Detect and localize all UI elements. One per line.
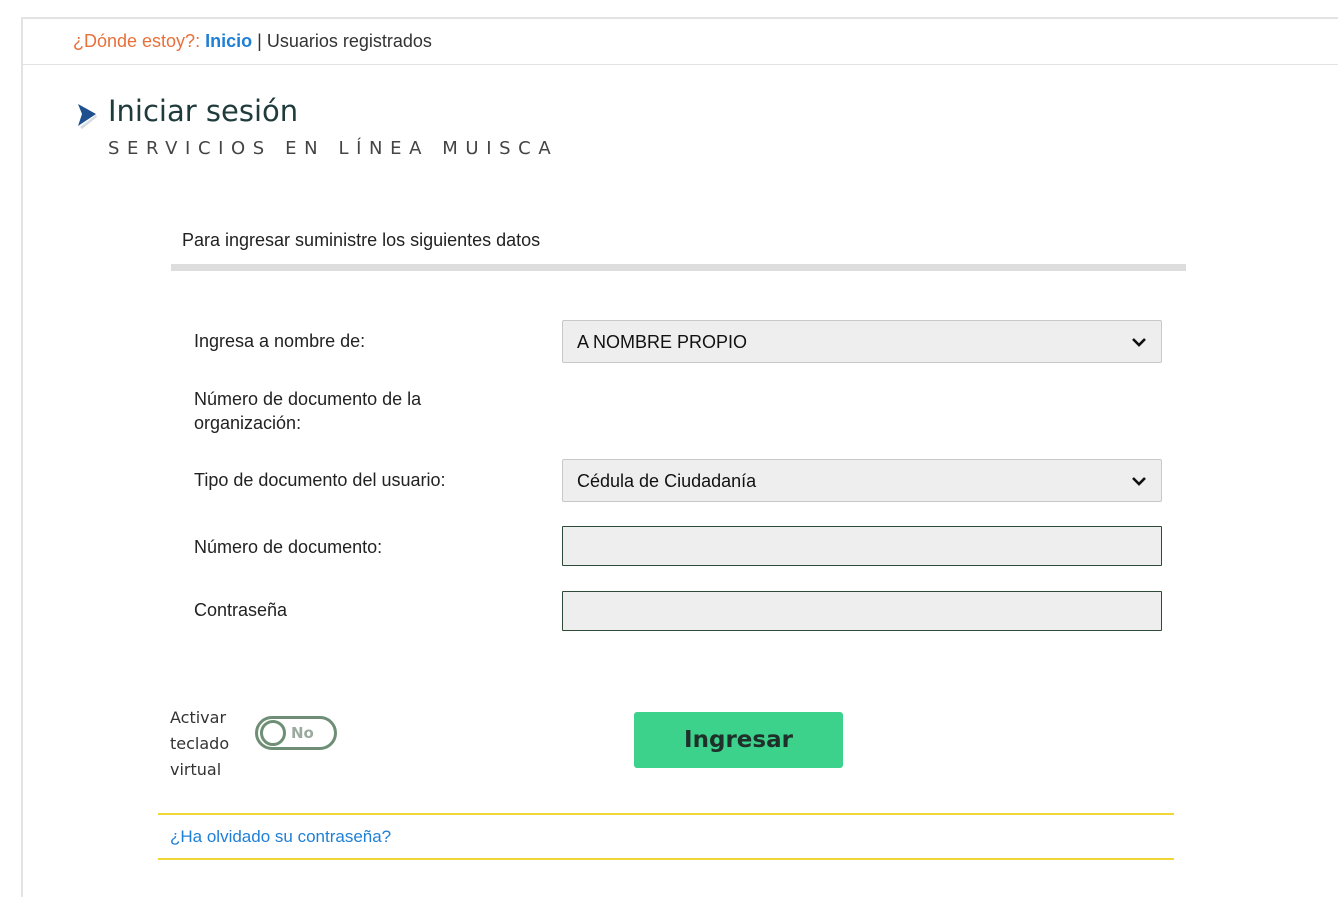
toggle-state-text: No (291, 724, 314, 742)
triangle-right-icon (78, 104, 97, 129)
doc-type-selected-value: Cédula de Ciudadanía (577, 471, 757, 491)
virtual-keyboard-label-line2: teclado (170, 734, 230, 753)
breadcrumb: ¿Dónde estoy?: Inicio | Usuarios registr… (73, 31, 432, 52)
virtual-keyboard-label: Activar teclado virtual (170, 705, 250, 783)
password-label: Contraseña (194, 600, 288, 620)
breadcrumb-divider (23, 64, 1338, 65)
doc-number-input[interactable] (562, 526, 1162, 566)
forgot-top-divider (158, 813, 1174, 815)
chevron-down-icon (1132, 338, 1146, 347)
forgot-bottom-divider (158, 858, 1174, 860)
form-instructions: Para ingresar suministre los siguientes … (182, 230, 541, 250)
forgot-password-link[interactable]: ¿Ha olvidado su contraseña? (170, 827, 391, 847)
instructions-bar (171, 264, 1186, 271)
breadcrumb-separator: | (257, 31, 262, 51)
org-document-label-line1: Número de documento de la (194, 389, 422, 409)
on-behalf-selected-value: A NOMBRE PROPIO (577, 332, 748, 352)
password-input[interactable] (562, 591, 1162, 631)
page-subtitle: SERVICIOS EN LÍNEA MUISCA (108, 138, 559, 159)
virtual-keyboard-toggle[interactable]: No (255, 716, 337, 750)
breadcrumb-current: Usuarios registrados (266, 31, 432, 51)
toggle-knob (260, 720, 286, 746)
virtual-keyboard-label-line3: virtual (170, 760, 222, 779)
org-document-label: Número de documento de la organización: (194, 387, 421, 435)
login-button[interactable]: Ingresar (634, 712, 843, 768)
on-behalf-label: Ingresa a nombre de: (194, 331, 366, 351)
doc-type-label: Tipo de documento del usuario: (194, 470, 446, 490)
page-title: Iniciar sesión (108, 94, 299, 128)
breadcrumb-home-link[interactable]: Inicio (205, 31, 252, 51)
chevron-down-icon (1132, 477, 1146, 486)
breadcrumb-prefix: ¿Dónde estoy?: (73, 31, 201, 51)
doc-number-label: Número de documento: (194, 537, 383, 557)
org-document-label-line2: organización: (194, 413, 302, 433)
virtual-keyboard-label-line1: Activar (170, 708, 227, 727)
on-behalf-select[interactable]: A NOMBRE PROPIO (562, 320, 1162, 363)
doc-type-select[interactable]: Cédula de Ciudadanía (562, 459, 1162, 502)
